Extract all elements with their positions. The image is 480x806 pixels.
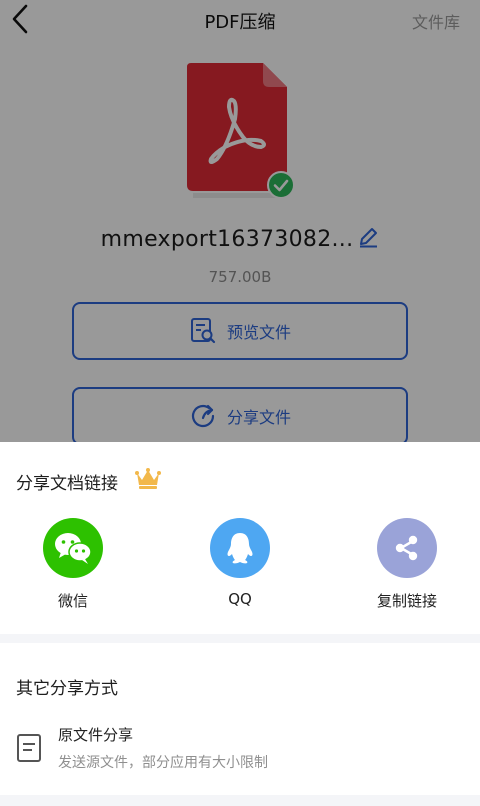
share-links-card: 分享文档链接 微信 QQ 复制链接	[0, 442, 480, 634]
share-target-copy-link[interactable]: 复制链接	[357, 518, 457, 611]
share-target-qq[interactable]: QQ	[190, 518, 290, 608]
other-share-title: 其它分享方式	[16, 679, 118, 699]
original-share-title: 原文件分享	[58, 726, 134, 744]
share-target-wechat[interactable]: 微信	[23, 518, 123, 611]
share-links-title: 分享文档链接	[16, 474, 118, 494]
screen: PDF压缩 文件库 mmexport16373082... 757.00B 预览…	[0, 0, 480, 806]
share-target-label: 复制链接	[376, 592, 437, 610]
modal-overlay[interactable]	[0, 0, 480, 442]
crown-icon	[134, 466, 162, 490]
other-share-card: 其它分享方式 原文件分享 发送源文件，部分应用有大小限制	[0, 643, 480, 795]
share-link-icon	[377, 518, 437, 578]
share-bottom-sheet: 分享文档链接 微信 QQ 复制链接 其它分享方式 原文件分享 发送源文件，部分应…	[0, 442, 480, 806]
document-icon	[16, 733, 44, 765]
original-file-share-option[interactable]: 原文件分享 发送源文件，部分应用有大小限制	[0, 721, 480, 781]
qq-icon	[210, 518, 270, 578]
share-target-label: 微信	[57, 592, 88, 610]
original-share-description: 发送源文件，部分应用有大小限制	[58, 755, 268, 771]
share-target-label: QQ	[228, 590, 252, 608]
wechat-icon	[43, 518, 103, 578]
